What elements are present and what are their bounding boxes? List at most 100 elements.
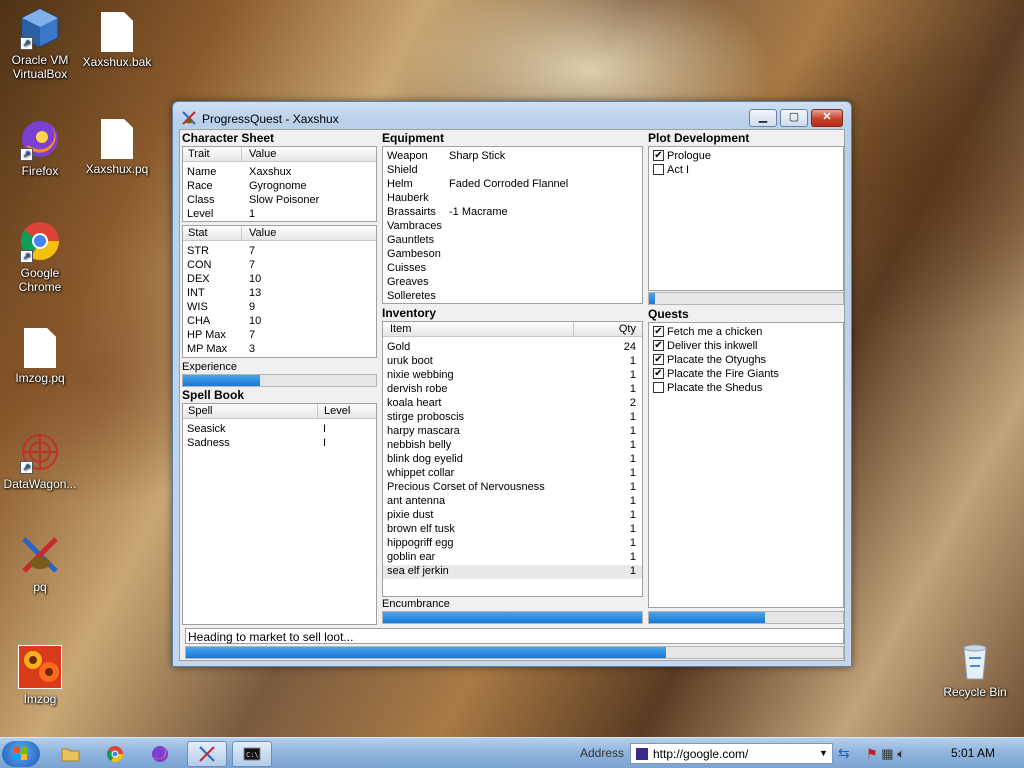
inventory-row: whippet collar 1 (387, 467, 636, 479)
tray-icons: ⚑ ▦ 🔈︎ (866, 746, 905, 762)
flower-image-icon (18, 645, 62, 689)
minimize-button[interactable]: ▁ (749, 109, 777, 127)
desktop-icon-firefox[interactable]: ↗ Firefox (0, 117, 80, 178)
desktop-icon-imzog[interactable]: Imzog (0, 645, 80, 706)
encumbrance-bar (382, 611, 643, 624)
equipment-list[interactable]: Weapon Sharp Stick Shield Helm Faded Corro… (382, 146, 643, 304)
chrome-icon: ↗ (18, 219, 62, 263)
go-button[interactable]: ⇆ (838, 745, 854, 761)
quest-item: Placate the Fire Giants (667, 368, 779, 380)
equipment-row: Hauberk (387, 192, 429, 204)
inventory-row: harpy mascara 1 (387, 425, 636, 437)
address-label: Address (580, 746, 625, 760)
equipment-row: Solleretes (387, 290, 436, 302)
inventory-row: Precious Corset of Nervousness 1 (387, 481, 636, 493)
stat-row: DEX 10 (187, 273, 262, 285)
recycle-bin-icon (953, 638, 997, 682)
inventory-list[interactable]: Item Qty Gold 24 uruk boot 1 nixie webbing… (382, 321, 643, 597)
quest-list[interactable]: ✔ Fetch me a chicken ✔ Deliver this inkw… (648, 322, 844, 608)
taskbar-firefox[interactable] (140, 741, 180, 767)
quest-progress-fill (649, 612, 766, 623)
page-icon (636, 748, 648, 760)
spell-header: Spell Level (183, 404, 376, 419)
desktop-icon-imzog-pq[interactable]: Imzog.pq (0, 326, 80, 385)
taskbar-explorer[interactable] (50, 741, 90, 767)
clock[interactable]: 5:01 AM (951, 746, 995, 760)
col-spell: Spell (188, 405, 213, 417)
equipment-row: Gauntlets (387, 234, 435, 246)
desktop-icon-label: Imzog.pq (15, 371, 65, 385)
inventory-row: ant antenna 1 (387, 495, 636, 507)
flag-icon[interactable]: ⚑ (866, 746, 878, 761)
trait-row: Level 1 (187, 208, 256, 220)
taskbar-chrome[interactable] (95, 741, 135, 767)
desktop-icon-label: Oracle VM VirtualBox (11, 53, 69, 81)
desktop-icon-chrome[interactable]: ↗ Google Chrome (0, 219, 80, 294)
desktop-icon-datawagon[interactable]: ↗ DataWagon... (0, 430, 80, 491)
inventory-row: nixie webbing 1 (387, 369, 636, 381)
plot-item: Act I (667, 164, 690, 176)
desktop-icon-pq[interactable]: pq (0, 533, 80, 594)
inventory-row-selected: sea elf jerkin 1 (383, 565, 642, 579)
maximize-button[interactable]: ▢ (780, 109, 808, 127)
windows-logo-icon (14, 747, 27, 760)
traits-list[interactable]: Trait Value Name Xaxshux Race Gyrognome Cl… (182, 146, 377, 222)
taskbar: C:\ Address http://google.com/ ▼ ⇆ ⚑ ▦ 🔈… (0, 737, 1024, 768)
plot-development-heading: Plot Development (648, 131, 750, 145)
plot-progress-fill (649, 293, 655, 304)
col-level: Level (324, 405, 351, 417)
address-field[interactable]: http://google.com/ ▼ (630, 743, 833, 764)
start-button[interactable] (2, 741, 40, 767)
stats-list[interactable]: Stat Value STR 7 CON 7 DEX 10 INT 13 WIS 9 CH… (182, 225, 377, 358)
equipment-row: Shield (387, 164, 418, 176)
desktop-icon-label: Firefox (21, 164, 59, 178)
quest-progress-bar (648, 611, 844, 624)
desktop-icon-label: Imzog (23, 692, 57, 706)
close-button[interactable]: ✕ (811, 109, 843, 127)
stat-row: CON 7 (187, 259, 256, 271)
inventory-row: uruk boot 1 (387, 355, 636, 367)
inventory-row: blink dog eyelid 1 (387, 453, 636, 465)
taskbar-terminal[interactable]: C:\ (232, 741, 272, 767)
inventory-row: nebbish belly 1 (387, 439, 636, 451)
inventory-header: Item Qty (383, 322, 642, 337)
equipment-row: Brassairts -1 Macrame (387, 206, 508, 218)
desktop-icon-virtualbox[interactable]: ↗ Oracle VM VirtualBox (0, 6, 80, 81)
inventory-row: koala heart 2 (387, 397, 636, 409)
spell-book-heading: Spell Book (182, 388, 245, 402)
desktop-icon-recycle-bin[interactable]: Recycle Bin (935, 638, 1015, 699)
experience-fill (183, 375, 261, 386)
equipment-row: Gambeson (387, 248, 441, 260)
datawagon-icon: ↗ (18, 430, 62, 474)
col-item: Item (390, 323, 412, 335)
status-text: Heading to market to sell loot... (185, 628, 844, 644)
equipment-row: Vambraces (387, 220, 442, 232)
inventory-heading: Inventory (382, 306, 437, 320)
quest-item: Placate the Otyughs (667, 354, 767, 366)
spell-list[interactable]: Spell Level Seasick I Sadness I (182, 403, 377, 625)
terminal-icon: C:\ (243, 747, 261, 761)
equipment-row: Weapon Sharp Stick (387, 150, 506, 162)
inventory-row: hippogriff egg 1 (387, 537, 636, 549)
dropdown-arrow-icon[interactable]: ▼ (819, 748, 828, 758)
col-trait: Trait (188, 148, 210, 160)
desktop-icon-xaxshux-bak[interactable]: Xaxshux.bak (77, 10, 157, 69)
network-icon[interactable]: ▦ (881, 746, 893, 761)
virtualbox-icon: ↗ (18, 6, 62, 50)
volume-icon[interactable]: 🔈︎ (897, 746, 905, 761)
equipment-row: Greaves (387, 276, 429, 288)
stat-row: MP Max 3 (187, 343, 256, 355)
quests-heading: Quests (648, 307, 689, 321)
col-stat: Stat (188, 227, 208, 239)
window-titlebar[interactable]: ProgressQuest - Xaxshux ▁ ▢ ✕ (173, 102, 851, 132)
firefox-icon (152, 746, 168, 762)
maximize-icon: ▢ (788, 111, 800, 123)
desktop-icon-xaxshux-pq[interactable]: Xaxshux.pq (77, 117, 157, 176)
taskbar-progressquest[interactable] (187, 741, 227, 767)
quest-item: Placate the Shedus (667, 382, 763, 394)
col-value: Value (249, 227, 277, 239)
stat-row: CHA 10 (187, 315, 262, 327)
quest-item: Fetch me a chicken (667, 326, 763, 338)
inventory-row: goblin ear 1 (387, 551, 636, 563)
plot-list[interactable]: ✔ Prologue Act I (648, 146, 844, 291)
